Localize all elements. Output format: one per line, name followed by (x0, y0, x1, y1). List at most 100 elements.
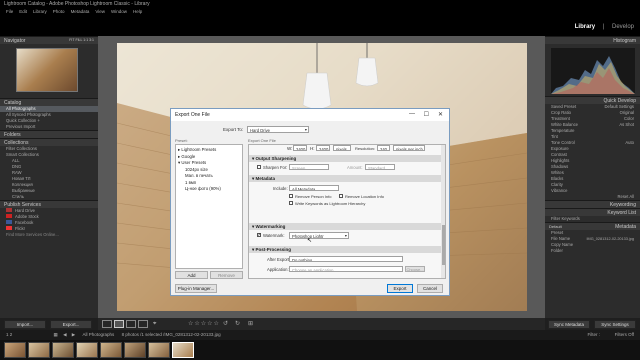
export-confirm-button[interactable]: Export (387, 284, 413, 293)
cancel-button[interactable]: Cancel (417, 284, 443, 293)
maximize-icon[interactable]: ☐ (424, 111, 429, 118)
navigator-preview[interactable] (0, 44, 98, 98)
metadata-row[interactable]: Folder (545, 248, 640, 254)
remove-location-checkbox[interactable] (339, 194, 343, 198)
section-post-processing[interactable]: ▾ Post-Processing (249, 246, 441, 253)
amount-label: Amount: (347, 165, 363, 170)
menu-edit[interactable]: Edit (19, 8, 27, 16)
section-watermarking[interactable]: ▾ Watermarking (249, 223, 441, 230)
resolution-unit-select[interactable]: pixels per inch (393, 145, 425, 151)
filmstrip-thumbnail[interactable] (52, 342, 74, 358)
minimize-icon[interactable]: — (409, 111, 415, 117)
watermark-select[interactable]: Photoshop Lightr ▾ (289, 232, 349, 239)
amount-select[interactable]: Standard (365, 164, 395, 170)
remove-preset-button[interactable]: Remove (210, 271, 243, 279)
export-to-label: Export To: (223, 127, 244, 132)
survey-view-icon[interactable] (138, 320, 148, 328)
section-metadata[interactable]: ▾ Metadata (249, 175, 441, 182)
resolution-input[interactable]: 240 (377, 145, 390, 151)
filmstrip-thumbnail[interactable] (4, 342, 26, 358)
menu-view[interactable]: View (95, 8, 105, 16)
plugin-manager-button[interactable]: Plug-in Manager... (175, 284, 217, 293)
metadata-header[interactable]: Default Metadata (545, 222, 640, 230)
star-rating[interactable]: ☆☆☆☆☆ (188, 320, 220, 327)
filmstrip-thumbnail[interactable] (124, 342, 146, 358)
module-develop[interactable]: Develop (612, 24, 634, 30)
publish-services-header[interactable]: Publish Services (0, 200, 98, 208)
catalog-header[interactable]: Catalog (0, 98, 98, 106)
module-library[interactable]: Library (575, 24, 595, 30)
sharpen-for-select[interactable]: Screen (289, 164, 329, 170)
filter-select[interactable]: Filters Off (615, 332, 634, 337)
keywording-header[interactable]: Keywording (545, 200, 640, 208)
menu-photo[interactable]: Photo (53, 8, 65, 16)
choose-application-button[interactable]: Choose... (405, 266, 425, 272)
module-picker: Library | Develop (569, 24, 634, 30)
menu-help[interactable]: Help (133, 8, 142, 16)
page-numbers[interactable]: 1 2 (6, 332, 12, 337)
filmstrip-thumbnail[interactable] (100, 342, 122, 358)
section-title: Watermarking (255, 224, 286, 229)
rotate-right-icon[interactable]: ↻ (235, 320, 240, 327)
after-export-select[interactable]: Do nothing (289, 256, 403, 262)
export-to-select[interactable]: Hard Drive ▾ (247, 126, 309, 133)
tree-item[interactable]: Ц-ное фото (90%) (178, 186, 240, 193)
dims-unit-select[interactable]: pixels (333, 145, 351, 151)
filmstrip-status: 8 photos /1 selected /IMG_0281312-02-201… (121, 332, 221, 337)
import-button[interactable]: Import... (4, 320, 46, 329)
window-title-bar: Lightroom Catalog - Adobe Photoshop Ligh… (0, 0, 640, 8)
sync-metadata-button[interactable]: Sync Metadata (548, 320, 590, 329)
export-button[interactable]: Export... (50, 320, 92, 329)
resolution-label: Resolution: (355, 146, 376, 151)
histogram-header[interactable]: Histogram (545, 36, 640, 44)
rotate-left-icon[interactable]: ↺ (223, 320, 228, 327)
application-select[interactable]: Choose an application... (289, 266, 403, 272)
section-output-sharpening[interactable]: ▾ Output Sharpening (249, 155, 441, 162)
crop-ratio-label: Crop Ratio (551, 110, 572, 115)
quick-develop-header[interactable]: Quick Develop (545, 96, 640, 104)
spray-can-icon[interactable]: ⌖ (153, 321, 156, 328)
menu-library[interactable]: Library (33, 8, 47, 16)
width-label: W: (287, 146, 293, 151)
folders-header[interactable]: Folders (0, 130, 98, 138)
source-label[interactable]: All Photographs (83, 332, 115, 337)
compare-view-icon[interactable] (126, 320, 136, 328)
loupe-view-icon[interactable] (114, 320, 124, 328)
menu-metadata[interactable]: Metadata (71, 8, 90, 16)
grid-icon[interactable]: ▦ (54, 332, 58, 337)
grid-view-icon[interactable] (102, 320, 112, 328)
sync-settings-button[interactable]: Sync Settings (594, 320, 636, 329)
navigator-zoom[interactable]: FIT FILL 1:1 3:1 (69, 38, 94, 42)
filmstrip-thumbnail[interactable] (28, 342, 50, 358)
filmstrip-thumbnail[interactable] (76, 342, 98, 358)
menu-window[interactable]: Window (111, 8, 127, 16)
navigator-header[interactable]: Navigator FIT FILL 1:1 3:1 (0, 36, 98, 44)
back-icon[interactable]: ◀ (63, 332, 66, 337)
height-input[interactable]: 2400 (316, 145, 330, 151)
menu-file[interactable]: File (6, 8, 13, 16)
chevron-down-icon: ▾ (344, 233, 347, 238)
navigator-thumbnail[interactable] (16, 48, 78, 92)
include-label: Include: (273, 186, 288, 191)
filmstrip-thumbnail-selected[interactable] (172, 342, 194, 358)
filmstrip-thumbnail[interactable] (148, 342, 170, 358)
forward-icon[interactable]: ▶ (72, 332, 75, 337)
include-select[interactable]: All Metadata (289, 185, 339, 191)
keyword-list-header[interactable]: Keyword List (545, 208, 640, 216)
section-title: Output Sharpening (255, 156, 297, 161)
add-preset-button[interactable]: Add (175, 271, 208, 279)
find-more-services[interactable]: Find More Services Online... (0, 232, 98, 238)
sharpen-checkbox[interactable] (257, 165, 261, 169)
section-title: Post-Processing (255, 247, 292, 252)
tree-label: Google (181, 153, 196, 159)
collections-header[interactable]: Collections (0, 138, 98, 146)
watermark-checkbox[interactable] (257, 232, 261, 238)
settings-scrollbar[interactable] (441, 145, 445, 278)
width-input[interactable]: 2400 (293, 145, 307, 151)
info-overlay-icon[interactable]: ⊞ (248, 320, 253, 327)
remove-person-checkbox[interactable] (289, 194, 293, 198)
write-keywords-checkbox[interactable] (289, 201, 293, 205)
close-icon[interactable]: ✕ (438, 111, 443, 118)
metadata-label: File Name (551, 236, 571, 241)
scrollbar-thumb[interactable] (442, 225, 445, 265)
